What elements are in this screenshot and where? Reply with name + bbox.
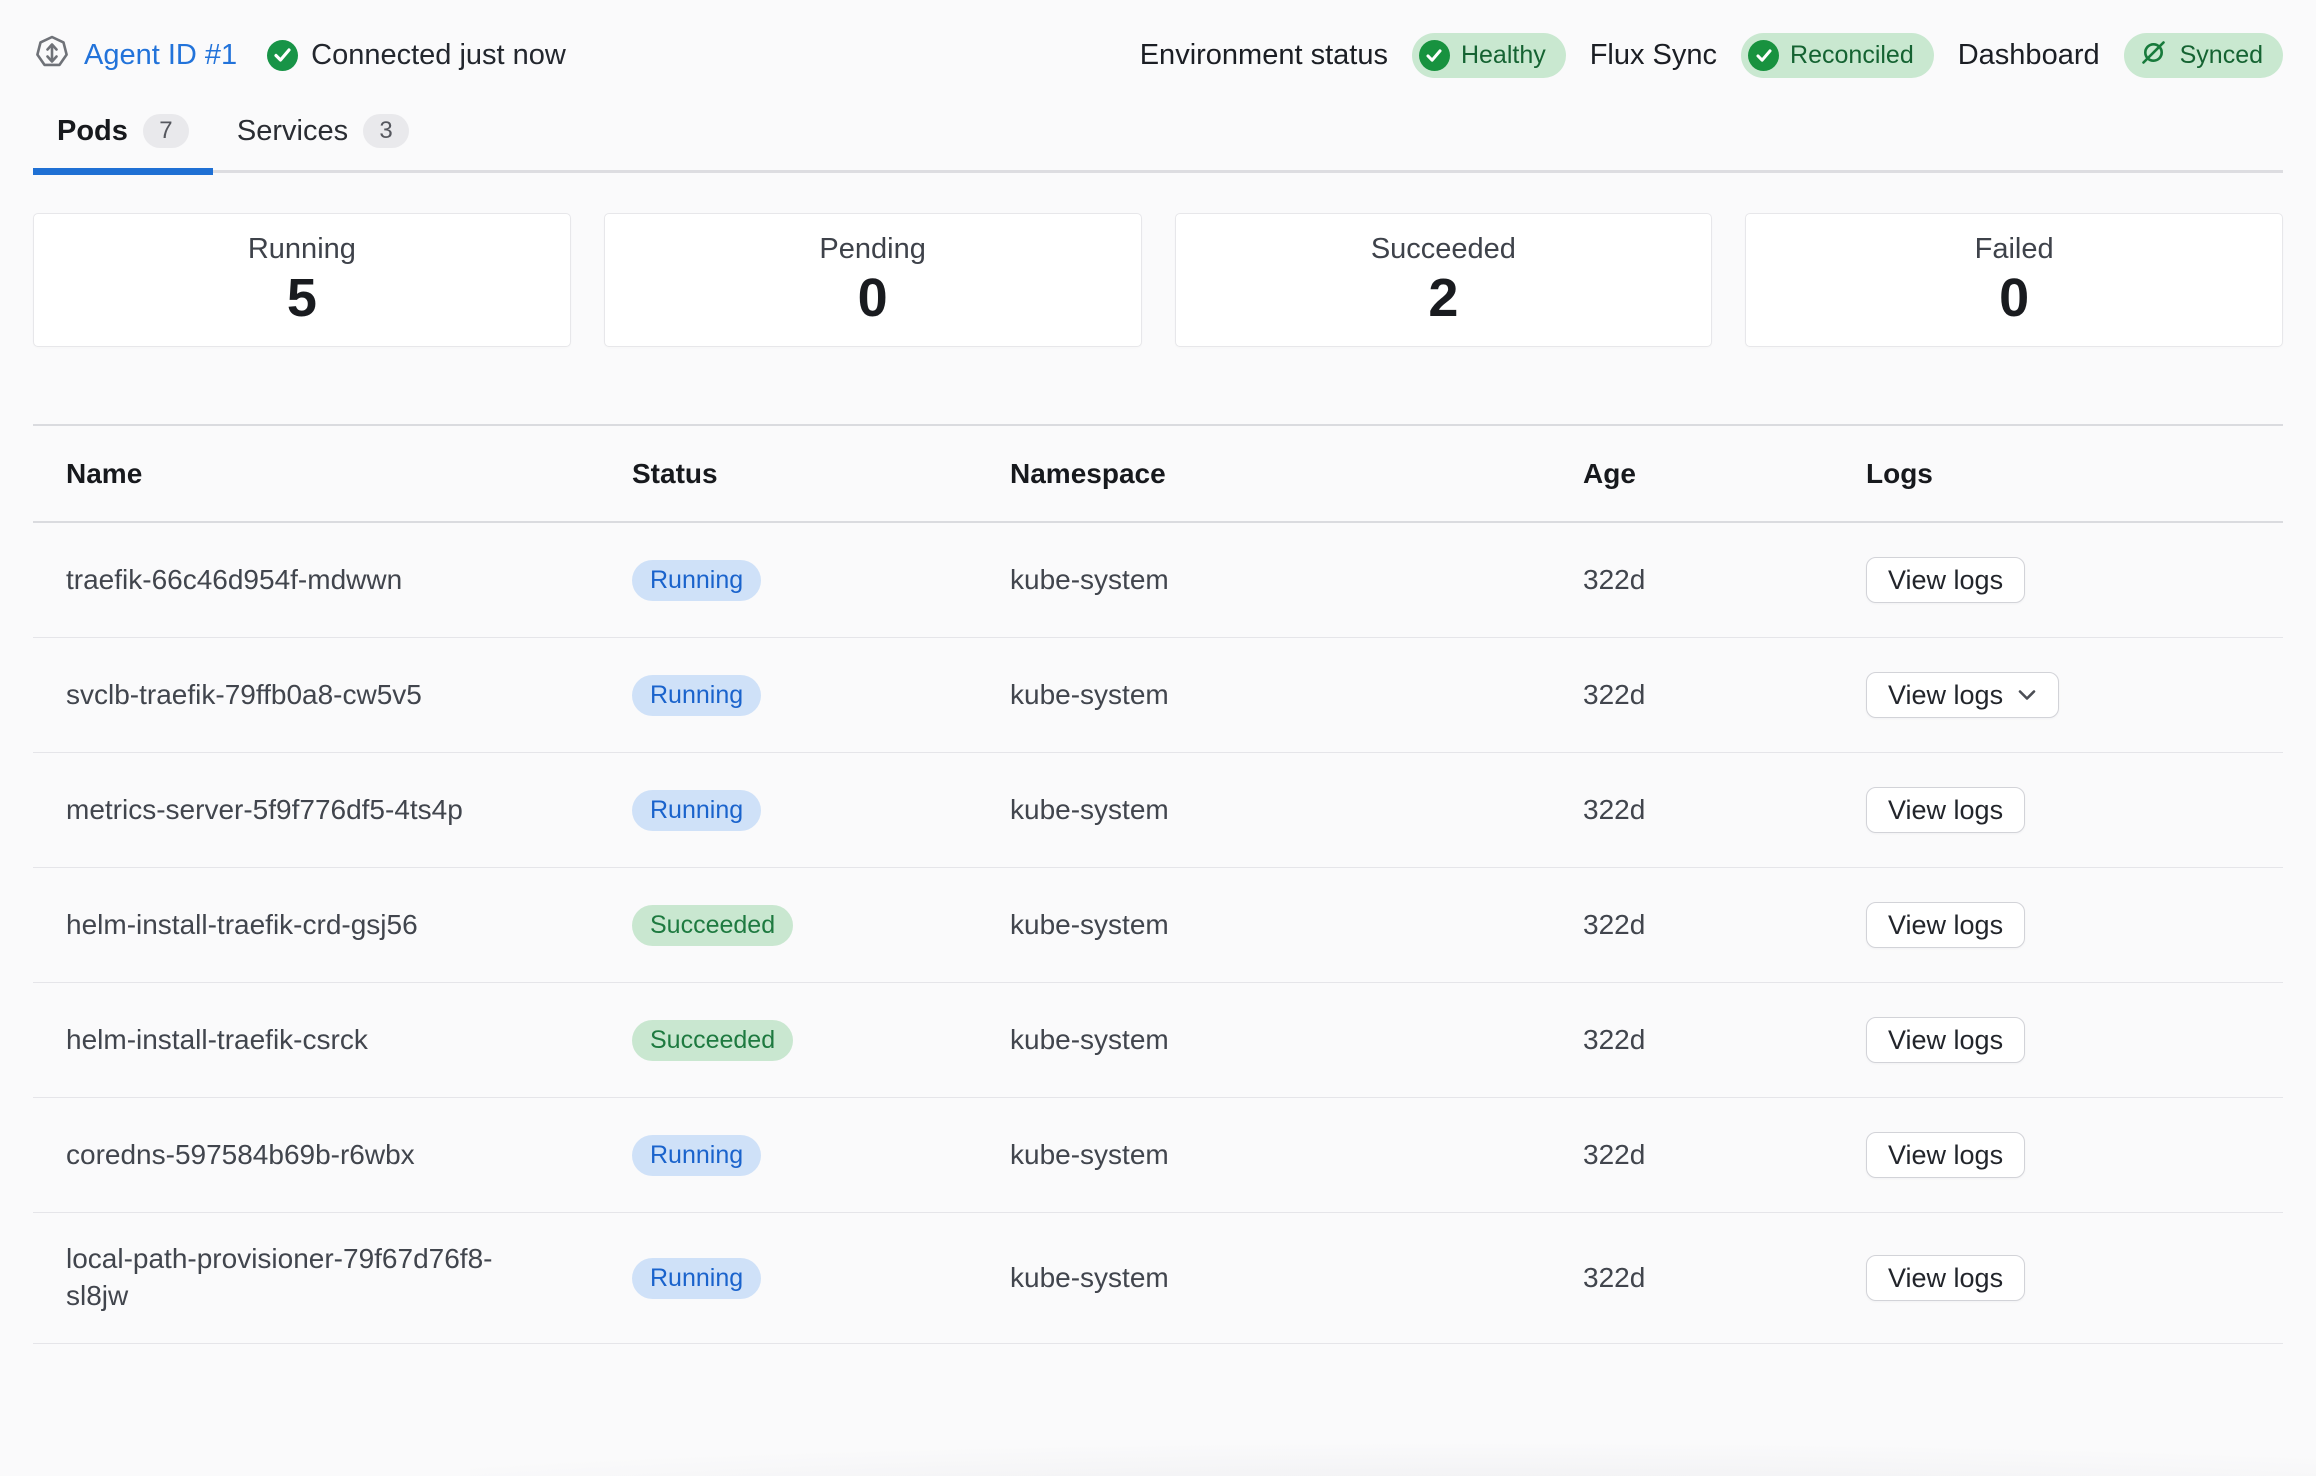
pod-age: 322d — [1583, 909, 1860, 941]
dashboard-label: Dashboard — [1958, 39, 2100, 72]
pod-namespace: kube-system — [1010, 679, 1583, 711]
check-circle-icon — [1419, 40, 1450, 71]
check-circle-icon — [1748, 40, 1779, 71]
stat-card-succeeded: Succeeded 2 — [1175, 213, 1713, 347]
tab-pods-count-badge: 7 — [143, 114, 189, 148]
pod-age: 322d — [1583, 794, 1860, 826]
view-logs-button[interactable]: View logs — [1866, 1017, 2025, 1063]
table-row: local-path-provisioner-79f67d76f8-sl8jw … — [33, 1213, 2283, 1344]
status-badge: Running — [632, 560, 761, 601]
stat-label: Running — [248, 233, 356, 266]
view-logs-button[interactable]: View logs — [1866, 902, 2025, 948]
flux-sync-label: Flux Sync — [1590, 39, 1717, 72]
column-header-logs: Logs — [1860, 458, 2283, 490]
table-row: metrics-server-5f9f776df5-4ts4p Running … — [33, 753, 2283, 868]
column-header-age: Age — [1583, 458, 1860, 490]
topbar: Agent ID #1 Connected just now Environme… — [33, 30, 2283, 80]
stat-label: Succeeded — [1371, 233, 1516, 266]
tab-services-label: Services — [237, 115, 348, 148]
column-header-status: Status — [632, 458, 1010, 490]
table-header-row: Name Status Namespace Age Logs — [33, 426, 2283, 523]
view-logs-button[interactable]: View logs — [1866, 1255, 2025, 1301]
table-row: traefik-66c46d954f-mdwwn Running kube-sy… — [33, 523, 2283, 638]
status-badge: Running — [632, 790, 761, 831]
stat-value: 0 — [858, 268, 888, 328]
environment-status-label: Environment status — [1140, 39, 1388, 72]
flux-sync-icon — [2138, 37, 2169, 73]
status-badge: Succeeded — [632, 1020, 793, 1061]
pod-stats-row: Running 5 Pending 0 Succeeded 2 Failed 0 — [33, 213, 2283, 347]
table-row: helm-install-traefik-csrck Succeeded kub… — [33, 983, 2283, 1098]
pod-namespace: kube-system — [1010, 794, 1583, 826]
stat-label: Pending — [819, 233, 925, 266]
pod-name: helm-install-traefik-csrck — [33, 1022, 533, 1059]
pod-name: coredns-597584b69b-r6wbx — [33, 1137, 533, 1174]
agent-link-label[interactable]: Agent ID #1 — [84, 39, 237, 72]
pod-age: 322d — [1583, 1139, 1860, 1171]
status-badge: Succeeded — [632, 905, 793, 946]
column-header-namespace: Namespace — [1010, 458, 1583, 490]
stat-value: 5 — [287, 268, 317, 328]
connected-text: Connected just now — [311, 39, 566, 72]
pod-age: 322d — [1583, 1024, 1860, 1056]
pod-name: local-path-provisioner-79f67d76f8-sl8jw — [33, 1241, 533, 1315]
table-row: svclb-traefik-79ffb0a8-cw5v5 Running kub… — [33, 638, 2283, 753]
stat-label: Failed — [1975, 233, 2054, 266]
pod-namespace: kube-system — [1010, 909, 1583, 941]
tab-pods-label: Pods — [57, 115, 128, 148]
agent-link[interactable]: Agent ID #1 — [33, 34, 237, 77]
pod-name: helm-install-traefik-crd-gsj56 — [33, 907, 533, 944]
pod-namespace: kube-system — [1010, 1024, 1583, 1056]
pod-name: traefik-66c46d954f-mdwwn — [33, 562, 533, 599]
pod-namespace: kube-system — [1010, 1262, 1583, 1294]
pod-age: 322d — [1583, 1262, 1860, 1294]
status-badge: Running — [632, 1258, 761, 1299]
pod-namespace: kube-system — [1010, 1139, 1583, 1171]
tab-services[interactable]: Services 3 — [213, 114, 433, 170]
pod-age: 322d — [1583, 564, 1860, 596]
table-row: helm-install-traefik-crd-gsj56 Succeeded… — [33, 868, 2283, 983]
column-header-name: Name — [33, 458, 632, 490]
table-row: coredns-597584b69b-r6wbx Running kube-sy… — [33, 1098, 2283, 1213]
status-badge: Running — [632, 1135, 761, 1176]
view-logs-button[interactable]: View logs — [1866, 557, 2025, 603]
stat-value: 2 — [1428, 268, 1458, 328]
chevron-down-icon — [2017, 688, 2037, 702]
pod-age: 322d — [1583, 679, 1860, 711]
tab-pods[interactable]: Pods 7 — [33, 114, 213, 170]
below-fold-panel-shadow — [470, 1424, 2316, 1476]
tab-services-count-badge: 3 — [363, 114, 409, 148]
pod-name: svclb-traefik-79ffb0a8-cw5v5 — [33, 677, 533, 714]
stat-card-running: Running 5 — [33, 213, 571, 347]
view-logs-dropdown-button[interactable]: View logs — [1866, 672, 2059, 718]
view-logs-button[interactable]: View logs — [1866, 1132, 2025, 1178]
flux-sync-badge: Reconciled — [1741, 33, 1934, 78]
connected-check-icon — [267, 40, 298, 71]
stat-value: 0 — [1999, 268, 2029, 328]
pods-table: Name Status Namespace Age Logs traefik-6… — [33, 424, 2283, 1344]
connection-status: Connected just now — [267, 39, 566, 72]
status-badge: Running — [632, 675, 761, 716]
pod-name: metrics-server-5f9f776df5-4ts4p — [33, 792, 533, 829]
pod-namespace: kube-system — [1010, 564, 1583, 596]
view-logs-button[interactable]: View logs — [1866, 787, 2025, 833]
tab-bar: Pods 7 Services 3 — [33, 114, 2283, 173]
dashboard-sync-badge: Synced — [2124, 33, 2283, 78]
stat-card-failed: Failed 0 — [1745, 213, 2283, 347]
agent-heptagon-arrows-icon — [33, 34, 71, 77]
environment-status-badge: Healthy — [1412, 33, 1566, 78]
stat-card-pending: Pending 0 — [604, 213, 1142, 347]
